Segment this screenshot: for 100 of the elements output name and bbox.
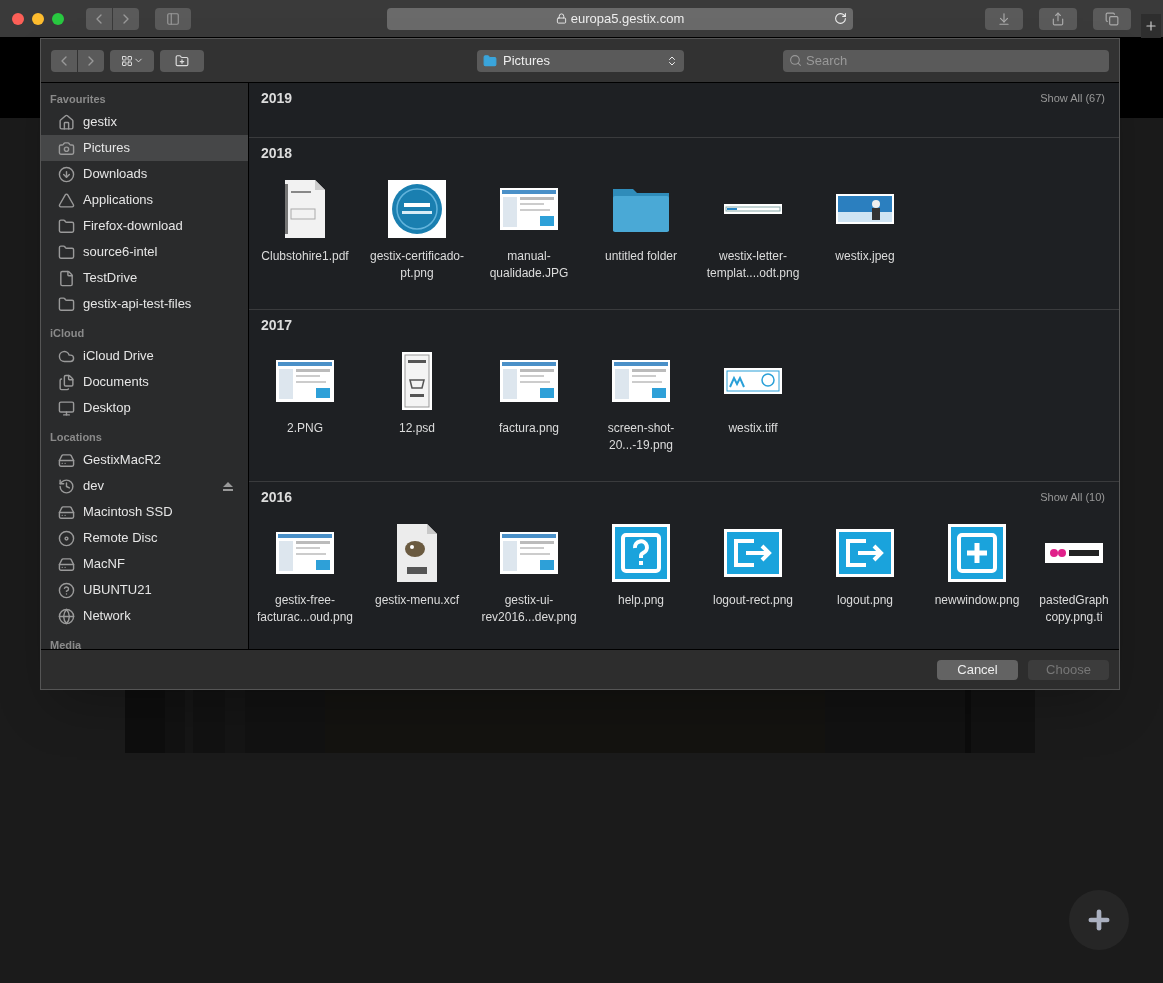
sidebar-item[interactable]: iCloud Drive — [41, 343, 248, 369]
banner-thumbnail — [724, 204, 782, 214]
sidebar-item[interactable]: Firefox-download — [41, 213, 248, 239]
tabs-button[interactable] — [1093, 7, 1131, 30]
sidebar-item[interactable]: Macintosh SSD — [41, 499, 248, 525]
file-item[interactable]: screen-shot-20...-19.png — [585, 350, 697, 461]
address-bar[interactable]: europa5.gestix.com — [387, 7, 853, 30]
back-button[interactable] — [51, 49, 77, 72]
cancel-button[interactable]: Cancel — [937, 659, 1018, 680]
camera-icon — [58, 139, 75, 157]
file-name: westix.tiff — [727, 420, 779, 437]
sidebar-item[interactable]: TestDrive — [41, 265, 248, 291]
file-item[interactable]: logout.png — [809, 522, 921, 633]
photo-thumbnail — [836, 194, 894, 224]
file-name: untitled folder — [603, 248, 678, 265]
sidebar-item[interactable]: GestixMacR2 — [41, 447, 248, 473]
file-name: gestix-menu.xcf — [374, 592, 460, 609]
file-item[interactable]: untitled folder — [585, 178, 697, 289]
search-input[interactable]: Search — [806, 50, 1103, 71]
forward-button[interactable] — [78, 49, 104, 72]
file-item[interactable]: 2.PNG — [249, 350, 361, 461]
forward-button[interactable] — [113, 7, 139, 30]
file-item[interactable]: westix-letter-templat....odt.png — [697, 178, 809, 289]
file-item[interactable]: Clubstohire1.pdf — [249, 178, 361, 289]
sidebar-item[interactable]: Downloads — [41, 161, 248, 187]
document-thumbnail — [283, 179, 327, 239]
globe-icon — [58, 607, 75, 625]
file-name: pastedGraph copy.png.ti — [1038, 592, 1110, 626]
sidebar-item[interactable]: Applications — [41, 187, 248, 213]
window-control[interactable] — [32, 12, 44, 25]
back-button[interactable] — [86, 7, 112, 30]
sidebar-item[interactable]: Network — [41, 603, 248, 629]
file-name: westix.jpeg — [834, 248, 896, 265]
tabs-icon — [1105, 11, 1119, 26]
file-item[interactable]: gestix-certificado-pt.png — [361, 178, 473, 289]
search-field[interactable]: Search — [783, 49, 1109, 72]
screenshot-thumbnail — [276, 360, 334, 402]
sidebar-item[interactable]: dev — [41, 473, 248, 499]
show-all-link[interactable]: Show All (10) — [1040, 489, 1105, 506]
file-name: newwindow.png — [933, 592, 1021, 609]
reload-icon[interactable] — [834, 12, 847, 25]
file-item[interactable]: gestix-menu.xcf — [361, 522, 473, 633]
share-button[interactable] — [1039, 7, 1077, 30]
sidebar-item[interactable]: Desktop — [41, 395, 248, 421]
file-item[interactable]: 12.psd — [361, 350, 473, 461]
file-item[interactable]: westix.jpeg — [809, 178, 921, 289]
sidebar-item[interactable]: Remote Disc — [41, 525, 248, 551]
file-item[interactable]: help.png — [585, 522, 697, 633]
file-item[interactable]: gestix-free-facturac...oud.png — [249, 522, 361, 633]
sidebar-item[interactable]: source6-intel — [41, 239, 248, 265]
badge-thumbnail — [388, 180, 446, 238]
window-control[interactable] — [52, 12, 64, 25]
file-name: gestix-free-facturac...oud.png — [255, 592, 355, 626]
new-folder-button[interactable] — [160, 49, 204, 72]
drive-icon — [58, 555, 75, 573]
new-tab-button[interactable] — [1141, 14, 1161, 38]
file-item[interactable]: westix.tiff — [697, 350, 809, 461]
screenshot-thumbnail — [500, 360, 558, 402]
file-item[interactable]: newwindow.png — [921, 522, 1033, 633]
new-window-thumbnail — [948, 524, 1006, 582]
file-item[interactable]: logout-rect.png — [697, 522, 809, 633]
folder-icon — [58, 243, 75, 261]
file-icon — [58, 269, 75, 287]
window-control[interactable] — [12, 12, 24, 25]
file-item[interactable]: pastedGraph copy.png.ti — [1033, 522, 1115, 633]
file-item[interactable]: manual-qualidade.JPG — [473, 178, 585, 289]
show-all-link[interactable]: Show All (67) — [1040, 90, 1105, 107]
file-name: help.png — [616, 592, 665, 609]
screenshot-thumbnail — [500, 532, 558, 574]
downloads-button[interactable] — [985, 7, 1023, 30]
logo-thumbnail — [724, 368, 782, 394]
sidebar-item[interactable]: gestix-api-test-files — [41, 291, 248, 317]
sidebar-item[interactable]: Pictures — [41, 135, 248, 161]
file-item[interactable]: gestix-ui-rev2016...dev.png — [473, 522, 585, 633]
sidebar-item[interactable]: MacNF — [41, 551, 248, 577]
sidebar-button[interactable] — [155, 7, 191, 30]
gimp-file-icon — [395, 523, 439, 583]
sidebar-item[interactable]: gestix — [41, 109, 248, 135]
sidebar-item[interactable]: Documents — [41, 369, 248, 395]
sidebar-heading: iCloud — [49, 325, 86, 341]
file-item[interactable]: factura.png — [473, 350, 585, 461]
file-name: logout-rect.png — [711, 592, 795, 609]
eject-icon[interactable] — [223, 481, 233, 491]
documents-icon — [58, 373, 75, 391]
sidebar-item[interactable]: UBUNTU21 — [41, 577, 248, 603]
view-options-button[interactable] — [110, 49, 154, 72]
lock-icon — [555, 13, 567, 24]
location-dropdown[interactable]: Pictures — [477, 49, 684, 72]
file-name: factura.png — [497, 420, 560, 437]
disc-icon — [58, 529, 75, 547]
file-name: gestix-ui-rev2016...dev.png — [480, 592, 578, 626]
search-icon — [789, 54, 802, 67]
screenshot-thumbnail — [276, 532, 334, 574]
url-text: europa5.gestix.com — [570, 9, 685, 28]
exit-thumbnail — [724, 529, 782, 577]
folder-icon — [483, 53, 497, 68]
file-name: 12.psd — [398, 420, 436, 437]
file-name: logout.png — [835, 592, 895, 609]
time-machine-icon — [58, 477, 75, 495]
folder-icon — [58, 217, 75, 235]
